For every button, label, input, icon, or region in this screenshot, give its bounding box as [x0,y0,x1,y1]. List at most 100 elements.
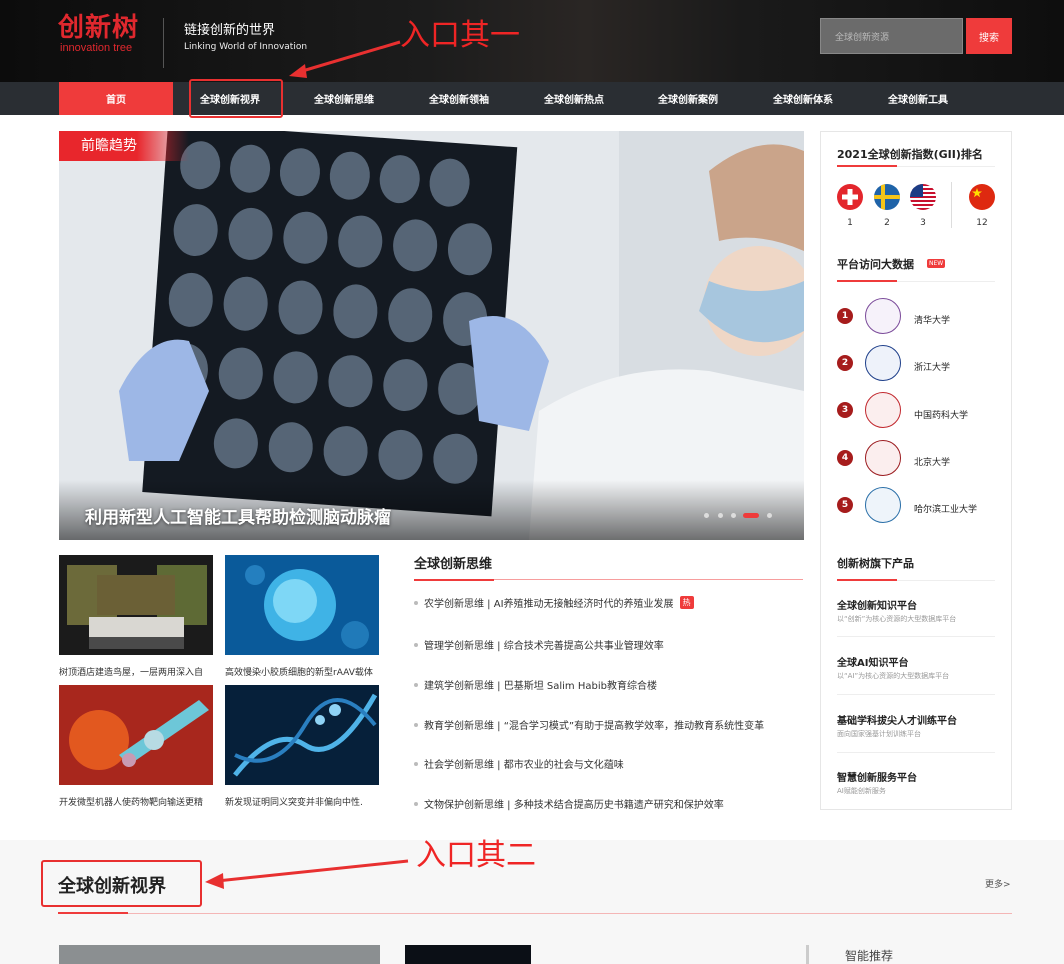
annotation-arrow-one [289,40,401,78]
gii-title: 2021全球创新指数(GII)排名 [837,148,983,161]
nav-item-system[interactable]: 全球创新体系 [746,82,860,115]
carousel-dot[interactable] [731,513,736,518]
rank-number: 1 [837,308,853,324]
product-desc: AI赋能创新服务 [837,787,886,795]
main-nav: 首页 全球创新视界 全球创新思维 全球创新领袖 全球创新热点 全球创新案例 全球… [0,82,1064,115]
product-divider [837,694,995,695]
annotation-arrow-two [205,859,409,889]
sidebar-divider-accent [837,165,897,167]
carousel-dot[interactable] [767,513,772,518]
thumb-caption[interactable]: 树顶酒店建造鸟屋，一层两用深入自 [59,665,215,678]
bullet-icon [414,642,418,647]
visits-title: 平台访问大数据 [837,258,914,271]
nav-item-leaders[interactable]: 全球创新领袖 [402,82,516,115]
carousel-dot-active[interactable] [743,513,759,518]
flag-rank: 12 [976,218,988,228]
tsinghua-logo-icon [865,298,901,334]
product-title[interactable]: 全球创新知识平台 [837,597,917,612]
product-desc: 以“AI”为核心资源的大型数据库平台 [837,672,950,680]
thumb-cell[interactable] [225,555,379,655]
zju-logo-icon [865,345,901,381]
more-link[interactable]: 更多> [985,877,1011,890]
news-heading: 全球创新思维 [414,557,493,572]
site-logo[interactable]: 创新树 innovation tree [58,14,139,54]
university-name[interactable]: 浙江大学 [914,360,950,373]
article-image[interactable] [405,945,531,964]
news-item-text: 社会学创新思维 | 都市农业的社会与文化蕴味 [424,760,624,771]
carousel-dot[interactable] [718,513,723,518]
product-title[interactable]: 基础学科拔尖人才训练平台 [837,712,957,727]
flag-divider [951,182,952,228]
thumb-robot[interactable] [59,685,213,785]
news-item-text: 教育学创新思维 | “混合学习模式”有助于提高教学效率，推动教育系统性变革 [424,721,765,732]
nav-item-home[interactable]: 首页 [59,82,173,115]
pku-logo-icon [865,440,901,476]
news-item[interactable]: 教育学创新思维 | “混合学习模式”有助于提高教学效率，推动教育系统性变革 [414,717,764,732]
product-divider [837,752,995,753]
recommend-heading: 智能推荐 [845,949,894,963]
logo-text: 创新树 [58,13,140,43]
news-item[interactable]: 建筑学创新思维 | 巴基斯坦 Salim Habib教育综合楼 [414,677,657,692]
product-title[interactable]: 智慧创新服务平台 [837,769,917,784]
product-desc: 以“创新”为核心资源的大型数据库平台 [837,615,957,623]
hero-carousel[interactable]: 前瞻趋势 利用新型人工智能工具帮助检测脑动脉瘤 [59,131,804,540]
news-item[interactable]: 管理学创新思维 | 综合技术完善提高公共事业管理效率 [414,637,664,652]
hero-title[interactable]: 利用新型人工智能工具帮助检测脑动脉瘤 [85,503,391,528]
logo-subtext: innovation tree [60,42,133,54]
university-name[interactable]: 哈尔滨工业大学 [914,502,977,515]
nav-item-cases[interactable]: 全球创新案例 [631,82,745,115]
sweden-flag-icon [874,184,900,210]
rank-number: 4 [837,450,853,466]
usa-flag-icon [910,184,936,210]
news-item-text: 农学创新思维 | AI养殖推动无接触经济时代的养殖业发展 [424,599,674,610]
nav-item-hotspots[interactable]: 全球创新热点 [517,82,631,115]
university-name[interactable]: 清华大学 [914,313,950,326]
annotation-text-one: 入口其一 [400,18,520,53]
news-item-text: 管理学创新思维 | 综合技术完善提高公共事业管理效率 [424,641,664,652]
search-button[interactable]: 搜索 [966,18,1012,54]
thumb-dna-image [225,685,379,785]
product-title[interactable]: 全球AI知识平台 [837,654,908,669]
products-title: 创新树旗下产品 [837,557,914,570]
university-name[interactable]: 北京大学 [914,455,950,468]
hero-tag: 前瞻趋势 [59,131,189,161]
flag-rank: 2 [884,218,890,228]
thumb-dna[interactable] [225,685,379,785]
news-divider-accent [414,579,494,581]
annotation-text-two: 入口其二 [416,838,536,873]
news-item[interactable]: 文物保护创新思维 | 多种技术结合提高历史书籍遗产研究和保护效率 [414,796,724,811]
thumb-hotel[interactable] [59,555,213,655]
bullet-icon [414,722,418,727]
sidebar-divider-accent [837,280,897,282]
thumb-caption[interactable]: 开发微型机器人使药物靶向输送更精 [59,795,215,808]
thumb-cell-image [225,555,379,655]
article-image[interactable] [59,945,380,964]
thumb-caption[interactable]: 新发现证明同义突变并非偏向中性. [225,795,381,808]
thumb-caption[interactable]: 高效慢染小胶质细胞的新型rAAV载体 [225,665,381,678]
news-item[interactable]: 社会学创新思维 | 都市农业的社会与文化蕴味 [414,756,624,771]
search-placeholder: 全球创新资源 [835,31,890,42]
rank-number: 5 [837,497,853,513]
nav-item-tools[interactable]: 全球创新工具 [861,82,975,115]
bullet-icon [414,682,418,687]
bullet-icon [414,600,418,605]
site-header: 创新树 innovation tree 链接创新的世界 Linking Worl… [0,0,1064,82]
carousel-dot[interactable] [704,513,709,518]
sidebar: 2021全球创新指数(GII)排名 1 2 3 12 平台访问大数据 NEW 1… [820,131,1012,810]
nav-item-thinking[interactable]: 全球创新思维 [287,82,401,115]
product-divider [837,636,995,637]
search-input[interactable]: 全球创新资源 [820,18,963,54]
news-item[interactable]: 农学创新思维 | AI养殖推动无接触经济时代的养殖业发展 热 [414,595,694,610]
new-badge: NEW [927,259,946,268]
flag-rank: 1 [847,218,853,228]
thumb-robot-image [59,685,213,785]
annotation-box-one [189,79,283,118]
annotation-box-two [41,860,202,907]
news-item-text: 文物保护创新思维 | 多种技术结合提高历史书籍遗产研究和保护效率 [424,800,724,811]
section-divider-accent [58,912,128,914]
thumb-hotel-image [59,555,213,655]
bullet-icon [414,801,418,806]
rank-number: 2 [837,355,853,371]
university-name[interactable]: 中国药科大学 [914,408,968,421]
flag-rank: 3 [920,218,926,228]
